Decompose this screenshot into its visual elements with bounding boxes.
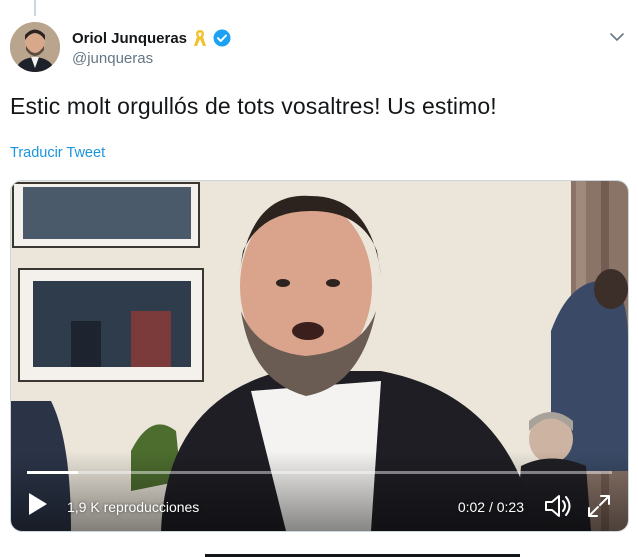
author-row: Oriol Junqueras [72, 28, 231, 48]
video-frame [11, 181, 628, 531]
video-progress-fill [27, 471, 78, 474]
chevron-down-icon[interactable] [608, 28, 626, 46]
video-time: 0:02 / 0:23 [457, 499, 524, 515]
video-progress-bar[interactable] [27, 471, 612, 474]
thread-line [34, 0, 36, 16]
verified-badge-icon [213, 29, 231, 47]
yellow-ribbon-icon [194, 30, 207, 46]
fullscreen-icon[interactable] [586, 493, 612, 519]
author-name[interactable]: Oriol Junqueras [72, 30, 187, 47]
volume-icon[interactable] [544, 493, 574, 519]
translate-tweet-link[interactable]: Traducir Tweet [10, 145, 105, 161]
play-icon[interactable] [27, 491, 49, 517]
avatar[interactable] [10, 22, 60, 72]
view-count: 1,9 K reproducciones [67, 499, 200, 515]
avatar-image [10, 22, 60, 72]
tweet-text: Estic molt orgullós de tots vosaltres! U… [10, 93, 497, 119]
author-handle[interactable]: @junqueras [72, 50, 153, 67]
video-player[interactable]: 1,9 K reproducciones 0:02 / 0:23 [10, 180, 629, 532]
